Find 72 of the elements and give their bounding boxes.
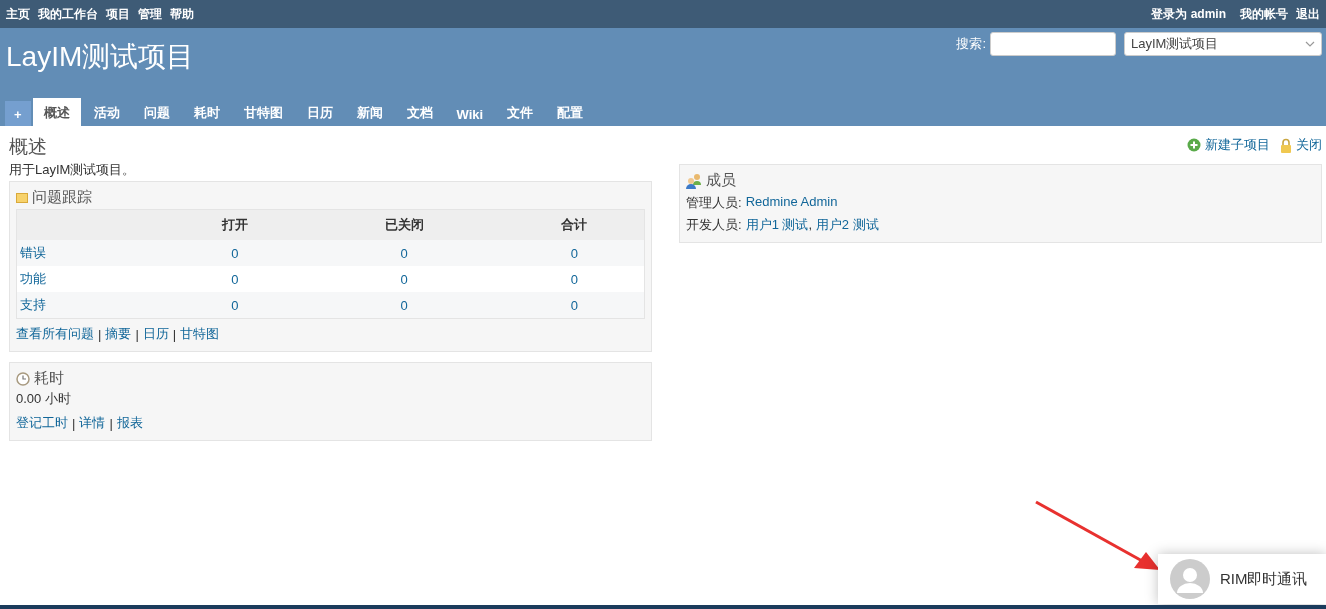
top-menu-link[interactable]: 主页 [6,5,30,23]
top-menu-link[interactable]: 帮助 [170,5,194,23]
tab[interactable]: 问题 [132,98,181,126]
separator: | [135,326,139,342]
tab[interactable]: 甘特图 [232,98,294,126]
count-link[interactable]: 0 [400,297,408,313]
avatar-icon [1170,559,1210,599]
link[interactable]: 甘特图 [180,325,220,343]
tracker-link[interactable]: 功能 [20,271,46,286]
tab[interactable]: 新闻 [345,98,394,126]
users-icon [686,172,702,189]
search-field[interactable] [990,32,1116,56]
tab[interactable]: 文档 [395,98,444,126]
chat-label: RIM即时通讯 [1220,569,1308,589]
tab[interactable]: 配置 [546,98,595,126]
panel-title: 问题跟踪 [32,188,92,207]
count-link[interactable]: 0 [400,245,408,261]
link[interactable]: 详情 [79,414,106,432]
tracker-link[interactable]: 支持 [20,297,46,312]
link[interactable]: 登记工时 [16,414,68,432]
project-select[interactable]: LayIM测试项目 [1124,32,1322,56]
tab[interactable]: 文件 [496,98,545,126]
column-header: 打开 [166,209,304,240]
link[interactable]: 摘要 [105,325,132,343]
top-menu-link[interactable]: 我的工作台 [38,5,98,23]
chevron-down-icon [1305,41,1315,47]
count-link[interactable]: 0 [231,297,239,313]
role-label: 管理人员: [686,194,742,212]
project-title: LayIM测试项目 [6,40,195,74]
count-link[interactable]: 0 [570,297,578,313]
tab[interactable]: 活动 [82,98,131,126]
chat-widget[interactable]: RIM即时通讯 [1158,554,1326,604]
search-label: 搜索: [956,35,986,53]
tracker-link[interactable]: 错误 [20,245,46,260]
tab[interactable]: 概述 [32,98,81,126]
spent-time-value: 0.00 小时 [16,390,72,408]
column-header: 已关闭 [303,209,505,240]
panel-title: 成员 [706,171,736,190]
link[interactable]: 查看所有问题 [16,325,94,343]
folder-icon [16,192,28,203]
page-heading: 概述 [9,135,48,159]
column-header: 合计 [504,209,645,240]
top-menu-link[interactable]: 我的帐号 [1240,5,1288,23]
tab[interactable]: Wiki [445,101,495,126]
user-link[interactable]: Redmine Admin [745,194,838,209]
plus-circle-icon [1187,138,1201,152]
logged-in-text: 登录为 admin [1151,5,1226,23]
count-link[interactable]: 0 [570,245,578,261]
tab[interactable]: 日历 [295,98,344,126]
top-menu-link[interactable]: 项目 [106,5,130,23]
count-link[interactable]: 0 [231,271,239,287]
separator: | [72,415,76,431]
role-label: 开发人员: [686,216,742,234]
panel-title: 耗时 [34,369,64,388]
top-menu-link[interactable]: 管理 [138,5,162,23]
link[interactable]: 报表 [116,414,143,432]
action-link[interactable]: 新建子项目 [1205,136,1270,154]
separator: , [808,217,814,232]
separator: | [172,326,177,342]
lock-icon [1280,137,1292,153]
project-description: 用于LayIM测试项目。 [9,161,137,179]
separator: | [109,415,113,431]
separator: | [98,326,102,342]
link[interactable]: 日历 [142,325,169,343]
count-link[interactable]: 0 [231,245,239,261]
tab[interactable]: 耗时 [182,98,231,126]
count-link[interactable]: 0 [400,271,408,287]
clock-icon [16,371,30,386]
action-link[interactable]: 关闭 [1296,136,1322,154]
user-link[interactable]: 用户2 测试 [815,217,879,232]
top-menu-link[interactable]: 退出 [1296,5,1320,23]
count-link[interactable]: 0 [570,271,578,287]
